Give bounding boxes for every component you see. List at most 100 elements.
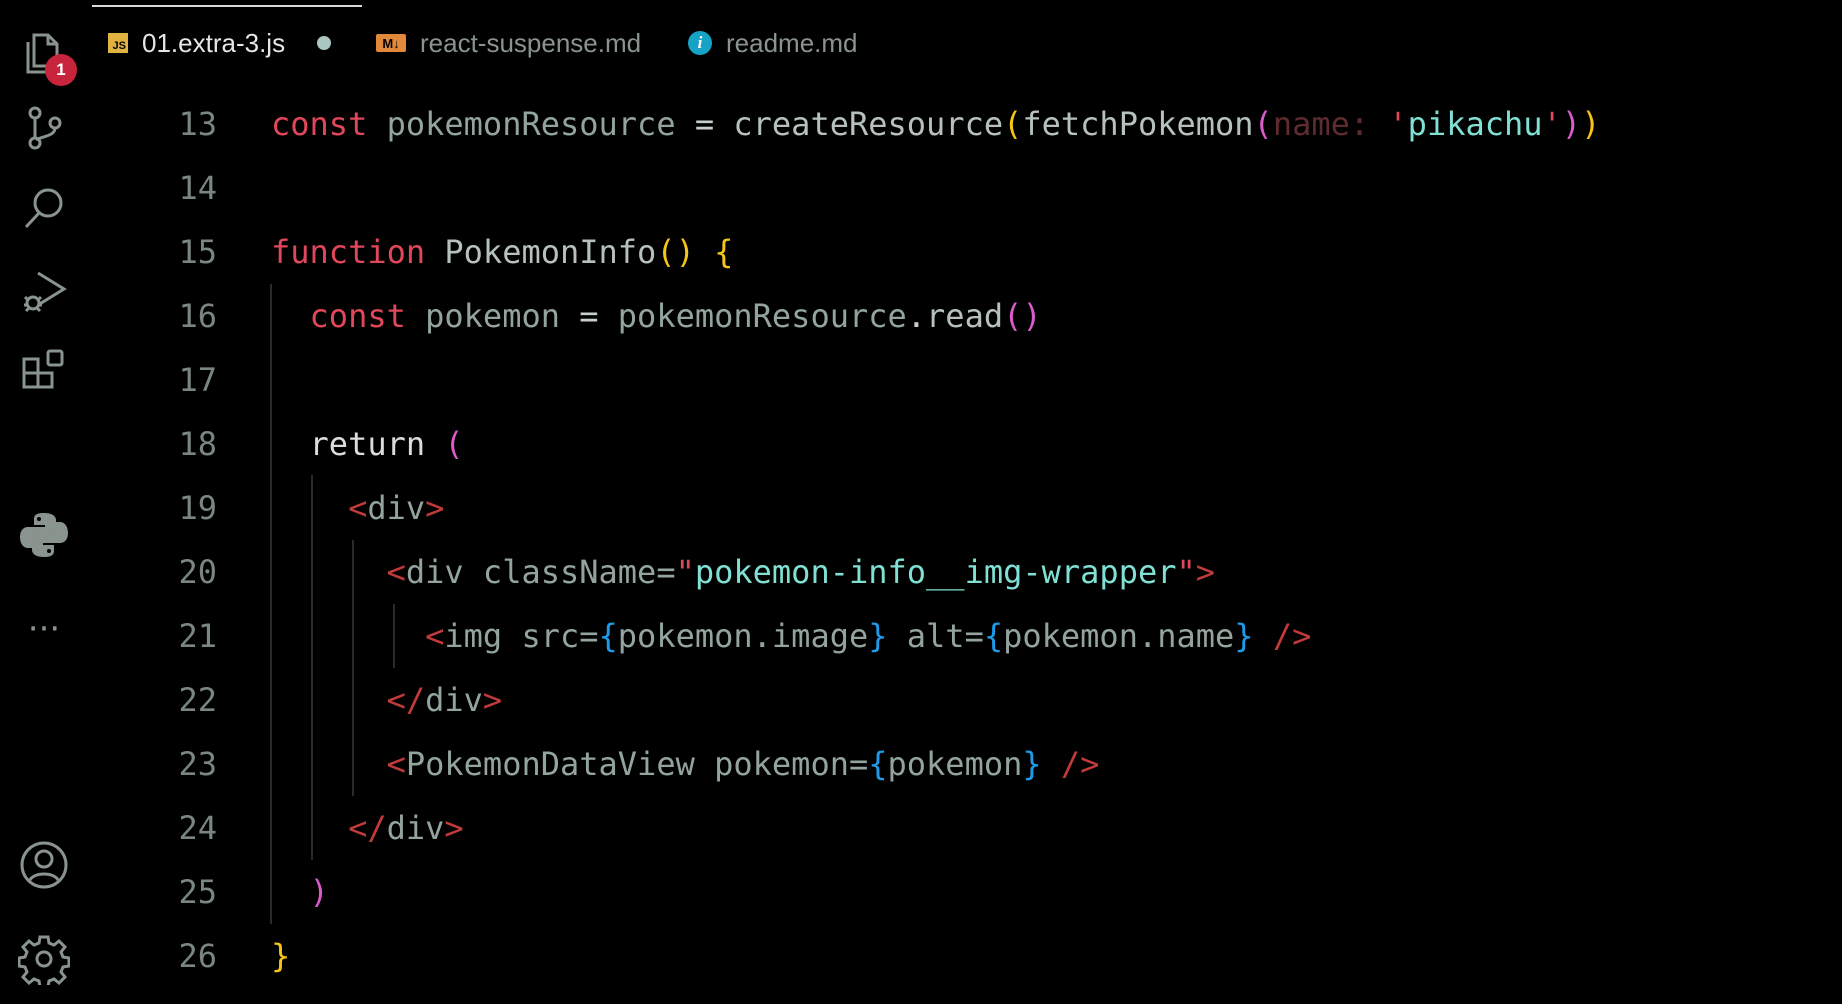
- code-line[interactable]: 24 </div >: [92, 796, 1842, 860]
- code-text: < div className= " pokemon-info__img-wrappe…: [271, 540, 1215, 604]
- source-control-icon[interactable]: [15, 98, 73, 156]
- code-line[interactable]: 26}: [92, 924, 1842, 988]
- code-token: .: [906, 297, 927, 335]
- code-token: function: [271, 233, 445, 271]
- search-icon[interactable]: [15, 180, 73, 238]
- unsaved-dot-icon[interactable]: [317, 36, 332, 50]
- code-token: div: [405, 553, 483, 591]
- code-text: const pokemon = pokemonResource. read(): [271, 284, 1042, 348]
- code-token: pokemon: [887, 745, 1023, 783]
- code-token: }: [1022, 745, 1042, 783]
- settings-gear-icon[interactable]: [15, 930, 73, 988]
- code-token: ): [1581, 105, 1601, 143]
- code-token: ': [1388, 105, 1408, 143]
- code-text: </div >: [271, 796, 464, 860]
- python-icon[interactable]: [15, 506, 73, 564]
- code-line[interactable]: 15 function PokemonInfo() {: [92, 220, 1842, 284]
- code-token: >: [482, 681, 503, 719]
- code-text: < PokemonDataView pokemon={pokemon} />: [271, 732, 1100, 796]
- line-number: 23: [178, 745, 217, 783]
- code-token: ): [271, 873, 329, 911]
- tab-01-extra-3-js[interactable]: JS 01.extra-3.js: [108, 24, 332, 62]
- code-token: {: [868, 745, 888, 783]
- code-token: <: [271, 617, 445, 655]
- code-token: =: [694, 105, 734, 143]
- code-token: pokemonResource: [386, 105, 695, 143]
- code-token: {: [983, 617, 1004, 655]
- code-token: fetchPokemon: [1022, 105, 1254, 143]
- code-token: }: [868, 617, 888, 655]
- code-line[interactable]: 17: [92, 348, 1842, 412]
- code-token: >: [444, 809, 464, 847]
- code-text: function PokemonInfo() {: [271, 220, 733, 284]
- code-text: ): [271, 860, 329, 924]
- code-line[interactable]: 22 </div >: [92, 668, 1842, 732]
- explorer-badge: 1: [45, 54, 77, 86]
- code-token: pokemon-info__img-wrapper: [694, 553, 1177, 591]
- tab-label: readme.md: [726, 27, 858, 58]
- code-token: const: [271, 297, 426, 335]
- code-token: PokemonInfo: [444, 233, 657, 271]
- code-token: (: [1003, 105, 1023, 143]
- code-token: }: [1234, 617, 1254, 655]
- code-token: ": [675, 553, 695, 591]
- tab-label: 01.extra-3.js: [142, 27, 286, 58]
- code-token: name:: [1272, 105, 1389, 143]
- tab-readme-md[interactable]: i readme.md: [688, 24, 858, 62]
- line-number: 15: [178, 233, 217, 271]
- more-icon[interactable]: ···: [15, 600, 73, 658]
- code-token: <: [271, 489, 368, 527]
- code-token: createResource: [733, 105, 1004, 143]
- code-token: (): [1003, 297, 1042, 335]
- code-token: (: [444, 425, 464, 463]
- code-editor[interactable]: 13 const pokemonResource = createResource…: [92, 92, 1842, 988]
- code-token: () {: [656, 233, 734, 271]
- code-line[interactable]: 14: [92, 156, 1842, 220]
- code-line[interactable]: 16 const pokemon = pokemonResource. read(…: [92, 284, 1842, 348]
- line-number: 22: [178, 681, 217, 719]
- code-text: < div >: [271, 476, 444, 540]
- js-file-icon: JS: [108, 33, 128, 53]
- line-number: 21: [178, 617, 217, 655]
- code-token: pokemon: [425, 297, 580, 335]
- code-token: read: [926, 297, 1004, 335]
- code-token: className=: [482, 553, 676, 591]
- code-line[interactable]: 23 < PokemonDataView pokemon={pokemon} />: [92, 732, 1842, 796]
- extensions-icon[interactable]: [15, 342, 73, 400]
- code-text: </div >: [271, 668, 503, 732]
- tab-react-suspense-md[interactable]: M↓ react-suspense.md: [376, 24, 641, 62]
- code-line[interactable]: 21 < img src={pokemon.image} alt={pokemon…: [92, 604, 1842, 668]
- markdown-file-icon: M↓: [376, 34, 406, 52]
- code-token: pikachu: [1407, 105, 1543, 143]
- line-number: 13: [178, 105, 217, 143]
- account-icon[interactable]: [15, 836, 73, 894]
- code-token: </: [271, 681, 426, 719]
- code-line[interactable]: 13 const pokemonResource = createResource…: [92, 92, 1842, 156]
- line-number: 20: [178, 553, 217, 591]
- code-token: }: [271, 937, 291, 975]
- code-token: />: [1253, 617, 1312, 655]
- line-number: 24: [178, 809, 217, 847]
- code-text: }: [271, 924, 290, 988]
- code-token: {: [598, 617, 618, 655]
- code-line[interactable]: 18 return (: [92, 412, 1842, 476]
- code-token: return: [271, 425, 445, 463]
- activity-bar: 1 ···: [0, 0, 90, 1004]
- code-token: ': [1542, 105, 1562, 143]
- code-token: <: [271, 553, 406, 591]
- run-debug-icon[interactable]: [15, 262, 73, 320]
- code-line[interactable]: 25 ): [92, 860, 1842, 924]
- code-token: const: [271, 105, 387, 143]
- info-file-icon: i: [688, 31, 712, 55]
- code-text: return (: [271, 412, 464, 476]
- code-line[interactable]: 19 < div >: [92, 476, 1842, 540]
- code-token: pokemon.image: [617, 617, 869, 655]
- line-number: 18: [178, 425, 217, 463]
- code-token: src=: [521, 617, 599, 655]
- code-token: div: [425, 681, 483, 719]
- editor-tab-bar: JS 01.extra-3.js M↓ react-suspense.md i …: [92, 0, 1842, 76]
- code-token: img: [444, 617, 522, 655]
- code-token: div: [367, 489, 426, 527]
- code-line[interactable]: 20 < div className= " pokemon-info__img-wra…: [92, 540, 1842, 604]
- code-token: >: [425, 489, 445, 527]
